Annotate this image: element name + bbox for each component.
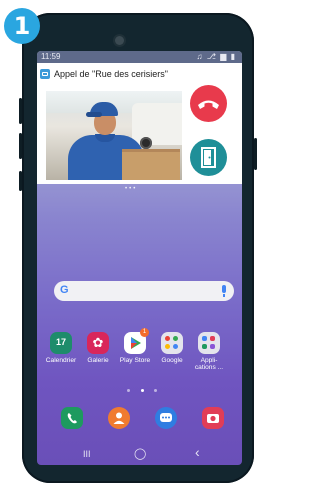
messages-icon[interactable] [155,407,177,429]
gallery-icon: ✿ [87,332,109,354]
door-icon [201,147,216,168]
visitor-cap-brim [86,112,102,117]
contact-glyph [113,412,125,424]
google-g-icon: G [60,284,69,296]
page-dot-active [140,389,144,392]
app-google-folder[interactable]: Google [155,332,189,364]
phone-glyph [67,413,77,424]
app-label: Galerie [87,357,109,364]
intercom-app-icon [40,69,50,79]
home-page-indicator [127,389,157,395]
app-label: Appli- cations ... [194,357,224,371]
delivery-van [132,103,182,149]
app-galerie[interactable]: ✿ Galerie [81,332,115,364]
app-label: Play Store [119,357,151,364]
calendar-icon: 17 [50,332,72,354]
app-label: Calendrier [45,357,77,364]
front-camera [115,36,124,45]
microphone-icon[interactable] [222,285,226,297]
phone-screen: 11:59 ♫ ⎇ ▆ ▮ Appel de "Rue des cerisier… [37,51,242,465]
message-glyph [160,413,172,422]
page-dot [127,389,130,392]
phone-icon[interactable] [61,407,83,429]
parcel-box [122,149,180,180]
hang-up-button[interactable] [190,85,227,122]
app-play-store[interactable]: 1 Play Store [118,328,152,364]
play-store-icon: 1 [124,328,149,354]
notification-count-badge: 1 [140,328,149,337]
notification-header: Appel de "Rue des cerisiers" [40,67,168,81]
recent-apps-button[interactable]: III [83,449,91,459]
van-wheel [140,137,152,149]
home-button[interactable]: ◯ [134,447,146,460]
back-button[interactable]: ‹ [195,444,200,460]
app-calendrier[interactable]: 17 Calendrier [44,332,78,364]
notification-page-dots: ••• [125,186,138,192]
status-time: 11:59 [41,52,61,61]
google-folder-icon [161,332,183,354]
notification-title: Appel de "Rue des cerisiers" [54,69,168,79]
power-button [254,138,257,170]
incoming-call-notification[interactable]: Appel de "Rue des cerisiers" [37,63,242,184]
open-door-button[interactable] [190,139,227,176]
camera-app-icon[interactable] [202,407,224,429]
status-icons: ♫ ⎇ ▆ ▮ [196,52,236,61]
volume-button [19,98,22,124]
camera-glyph [207,414,219,423]
status-bar: 11:59 ♫ ⎇ ▆ ▮ [37,51,242,63]
google-search-bar[interactable]: G [54,281,234,301]
app-label: Google [161,357,183,364]
hang-up-icon [198,100,219,109]
bixby-button [19,171,22,191]
page-dot [154,389,157,392]
app-applications-folder[interactable]: Appli- cations ... [192,332,226,371]
video-preview[interactable] [46,91,182,180]
navigation-bar: III ◯ ‹ [37,444,242,465]
step-number-badge: 1 [4,8,40,44]
contacts-icon[interactable] [108,407,130,429]
volume-button [19,133,22,159]
apps-folder-icon [198,332,220,354]
